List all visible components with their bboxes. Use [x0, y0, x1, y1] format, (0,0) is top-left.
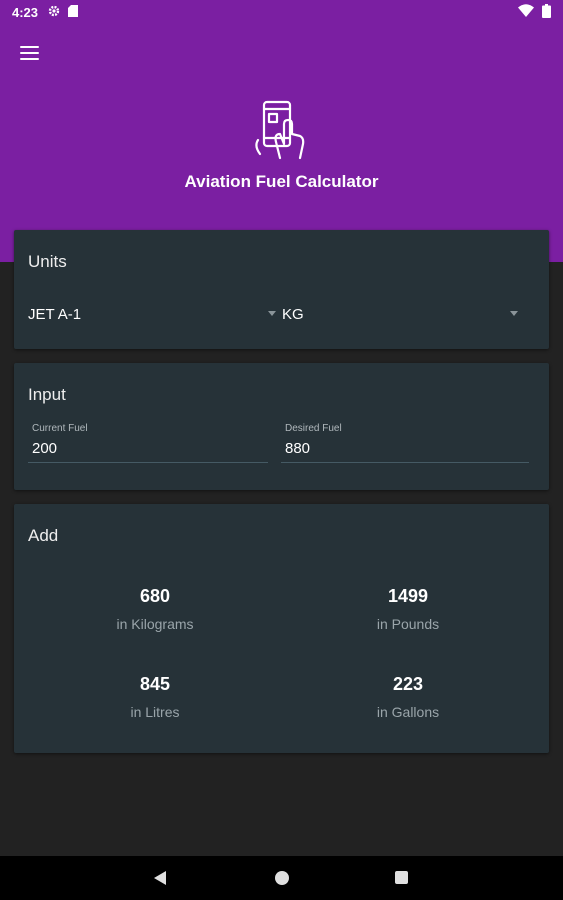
units-title: Units	[28, 252, 67, 271]
input-card: Input Current Fuel 200 Desired Fuel 880	[14, 363, 549, 490]
units-card: Units JET A-1 KG	[14, 230, 549, 349]
desired-fuel-label: Desired Fuel	[285, 423, 342, 434]
input-title: Input	[28, 385, 66, 404]
wifi-icon	[518, 4, 534, 20]
unit-dropdown[interactable]: KG	[282, 302, 518, 326]
result-label: in Litres	[130, 704, 180, 720]
fuel-type-dropdown[interactable]: JET A-1	[28, 302, 276, 326]
fuel-type-value: JET A-1	[28, 305, 82, 323]
result-gallons: 223 in Gallons	[283, 674, 533, 720]
app-header: 4:23 Aviation Fuel Calculator	[0, 0, 563, 262]
back-icon[interactable]	[153, 870, 167, 891]
result-litres: 845 in Litres	[30, 674, 280, 720]
sd-card-icon	[68, 4, 79, 20]
desired-fuel-input[interactable]: 880	[281, 440, 529, 463]
current-fuel-label: Current Fuel	[32, 423, 88, 434]
unit-dropdown-arrow-icon	[510, 311, 518, 316]
navigation-bar	[0, 856, 563, 900]
hamburger-menu-icon[interactable]	[20, 40, 48, 66]
status-time: 4:23	[12, 4, 39, 20]
gear-icon	[48, 5, 60, 20]
result-label: in Pounds	[376, 616, 440, 632]
result-value: 223	[392, 674, 424, 694]
current-fuel-input[interactable]: 200	[28, 440, 268, 463]
app-title: Aviation Fuel Calculator	[184, 172, 379, 191]
result-value: 845	[139, 674, 171, 694]
result-kilograms: 680 in Kilograms	[30, 586, 280, 632]
result-pounds: 1499 in Pounds	[283, 586, 533, 632]
result-label: in Gallons	[376, 704, 440, 720]
current-fuel-field[interactable]: Current Fuel 200	[28, 423, 268, 471]
add-title: Add	[28, 526, 59, 545]
status-bar: 4:23	[0, 0, 563, 24]
fuel-type-dropdown-arrow-icon	[268, 311, 276, 316]
recents-icon[interactable]	[395, 871, 408, 884]
add-card: Add 680 in Kilograms 1499 in Pounds 845 …	[14, 504, 549, 753]
result-value: 680	[139, 586, 171, 606]
desired-fuel-field[interactable]: Desired Fuel 880	[281, 423, 529, 471]
result-value: 1499	[387, 586, 429, 606]
unit-value: KG	[282, 305, 304, 323]
phone-hand-icon	[252, 100, 308, 160]
home-icon[interactable]	[275, 871, 289, 885]
battery-icon	[542, 3, 551, 21]
result-label: in Kilograms	[116, 616, 194, 632]
